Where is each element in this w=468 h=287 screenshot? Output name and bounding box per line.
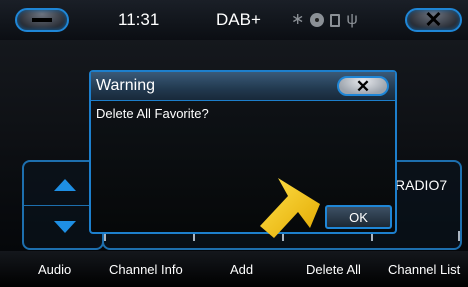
close-icon: ✕	[355, 76, 371, 96]
sd-card-icon	[330, 13, 341, 27]
clock-time: 11:31	[118, 10, 160, 29]
scroll-up-icon[interactable]	[54, 179, 76, 191]
scroll-down-icon[interactable]	[54, 221, 76, 233]
radio-screen: 11:31 DAB+ ∗ ψ ✕ RADIO7 Audio Channel In…	[0, 0, 468, 287]
bottom-function-bar: Audio Channel Info Add Delete All Channe…	[0, 251, 468, 287]
delete-all-button[interactable]: Delete All	[306, 251, 361, 287]
usb-icon: ψ	[346, 11, 358, 28]
channel-info-button[interactable]: Channel Info	[109, 251, 183, 287]
bluetooth-icon: ∗	[291, 11, 305, 28]
channel-list-button[interactable]: Channel List	[388, 251, 460, 287]
disc-icon	[310, 13, 325, 27]
station-name: RADIO7	[395, 177, 448, 193]
audio-button[interactable]: Audio	[38, 251, 71, 287]
close-icon: ✕	[424, 7, 443, 32]
dialog-message: Delete All Favorite?	[96, 106, 209, 121]
status-bar: 11:31 DAB+ ∗ ψ ✕	[0, 0, 468, 40]
pointer-arrow-icon	[260, 178, 320, 238]
close-button[interactable]: ✕	[405, 8, 462, 32]
dialog-close-button[interactable]: ✕	[337, 76, 389, 96]
minimize-button[interactable]	[15, 8, 69, 32]
status-icons: ∗ ψ	[291, 8, 358, 32]
warning-dialog: Warning ✕ Delete All Favorite? OK	[89, 70, 397, 234]
minus-icon	[32, 18, 52, 22]
dialog-title: Warning	[96, 77, 155, 94]
audio-source-label: DAB+	[216, 10, 261, 29]
dialog-header: Warning ✕	[91, 72, 395, 101]
tick-mark	[458, 231, 460, 241]
add-button[interactable]: Add	[230, 251, 253, 287]
